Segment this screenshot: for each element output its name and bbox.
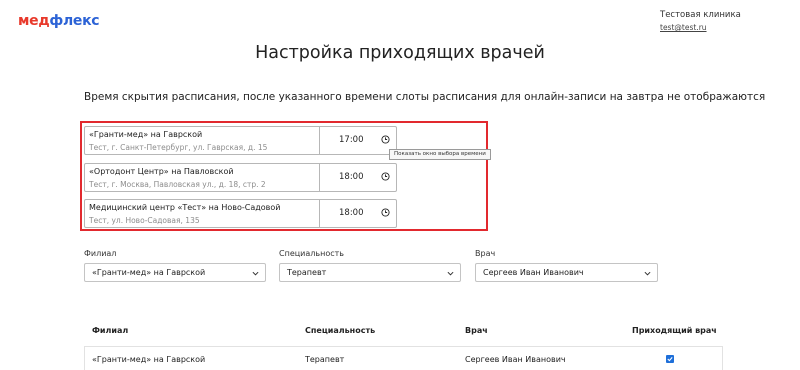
row-divider: [319, 127, 320, 154]
filter-specialty-label: Специальность: [279, 249, 345, 258]
chevron-down-icon: [644, 271, 651, 276]
row-divider: [319, 164, 320, 191]
logo-part-med: мед: [18, 13, 50, 29]
clinic-row-address: Тест, г. Санкт-Петербург, ул. Гаврская, …: [89, 143, 268, 152]
clinic-row-address: Тест, ул. Ново-Садовая, 135: [89, 216, 200, 225]
filter-doctor-label: Врач: [475, 249, 496, 258]
table-header-branch: Филиал: [92, 326, 129, 335]
schedule-hide-description: Время скрытия расписания, после указанно…: [84, 91, 766, 103]
row-branch-cell: «Гранти-мед» на Гаврской: [92, 355, 206, 364]
clock-icon[interactable]: [381, 208, 390, 217]
clock-icon[interactable]: [381, 172, 390, 181]
table-header-specialty: Специальность: [305, 326, 376, 335]
clinic-time-row: Медицинский центр «Тест» на Ново-Садовой…: [84, 199, 397, 228]
account-email-link[interactable]: test@test.ru: [660, 23, 760, 32]
row-doctor-cell: Сергеев Иван Иванович: [465, 355, 566, 364]
row-divider: [319, 200, 320, 227]
page-title: Настройка приходящих врачей: [255, 43, 545, 63]
clinic-info: «Гранти-мед» на Гаврской Тест, г. Санкт-…: [89, 130, 315, 152]
filter-specialty-select[interactable]: Терапевт: [279, 263, 461, 282]
time-picker-tooltip: Показать окно выбора времени: [389, 149, 491, 160]
visiting-doctor-checkbox[interactable]: [666, 355, 674, 363]
filter-branch-label: Филиал: [84, 249, 117, 258]
clinic-row-name: «Ортодонт Центр» на Павловской: [89, 167, 234, 176]
check-icon: [667, 357, 673, 362]
clinic-info: «Ортодонт Центр» на Павловской Тест, г. …: [89, 167, 315, 189]
clinic-time-row: «Гранти-мед» на Гаврской Тест, г. Санкт-…: [84, 126, 397, 155]
clock-icon[interactable]: [381, 135, 390, 144]
filter-doctor-select[interactable]: Сергеев Иван Иванович: [475, 263, 658, 282]
chevron-down-icon: [252, 271, 259, 276]
account-info: Тестовая клиника test@test.ru: [660, 10, 760, 32]
chevron-down-icon: [447, 271, 454, 276]
table-header-doctor: Врач: [465, 326, 488, 335]
table-header-visiting: Приходящий врач: [632, 326, 717, 335]
filter-doctor-value: Сергеев Иван Иванович: [483, 268, 584, 277]
filter-branch-value: «Гранти-мед» на Гаврской: [92, 268, 206, 277]
clinic-time-row: «Ортодонт Центр» на Павловской Тест, г. …: [84, 163, 397, 192]
clinic-name: Тестовая клиника: [660, 10, 741, 20]
clinic-row-name: «Гранти-мед» на Гаврской: [89, 130, 203, 139]
filter-branch-select[interactable]: «Гранти-мед» на Гаврской: [84, 263, 266, 282]
clinic-row-name: Медицинский центр «Тест» на Ново-Садовой: [89, 203, 281, 212]
clinic-info: Медицинский центр «Тест» на Ново-Садовой…: [89, 203, 315, 225]
row-specialty-cell: Терапевт: [305, 355, 345, 364]
logo-part-flex: флекс: [49, 13, 100, 29]
clinic-row-address: Тест, г. Москва, Павловская ул., д. 18, …: [89, 180, 266, 189]
medflex-logo[interactable]: медфлекс: [18, 13, 100, 29]
time-input[interactable]: 17:00: [339, 135, 364, 145]
time-input[interactable]: 18:00: [339, 172, 364, 182]
time-input[interactable]: 18:00: [339, 208, 364, 218]
filter-specialty-value: Терапевт: [287, 268, 327, 277]
